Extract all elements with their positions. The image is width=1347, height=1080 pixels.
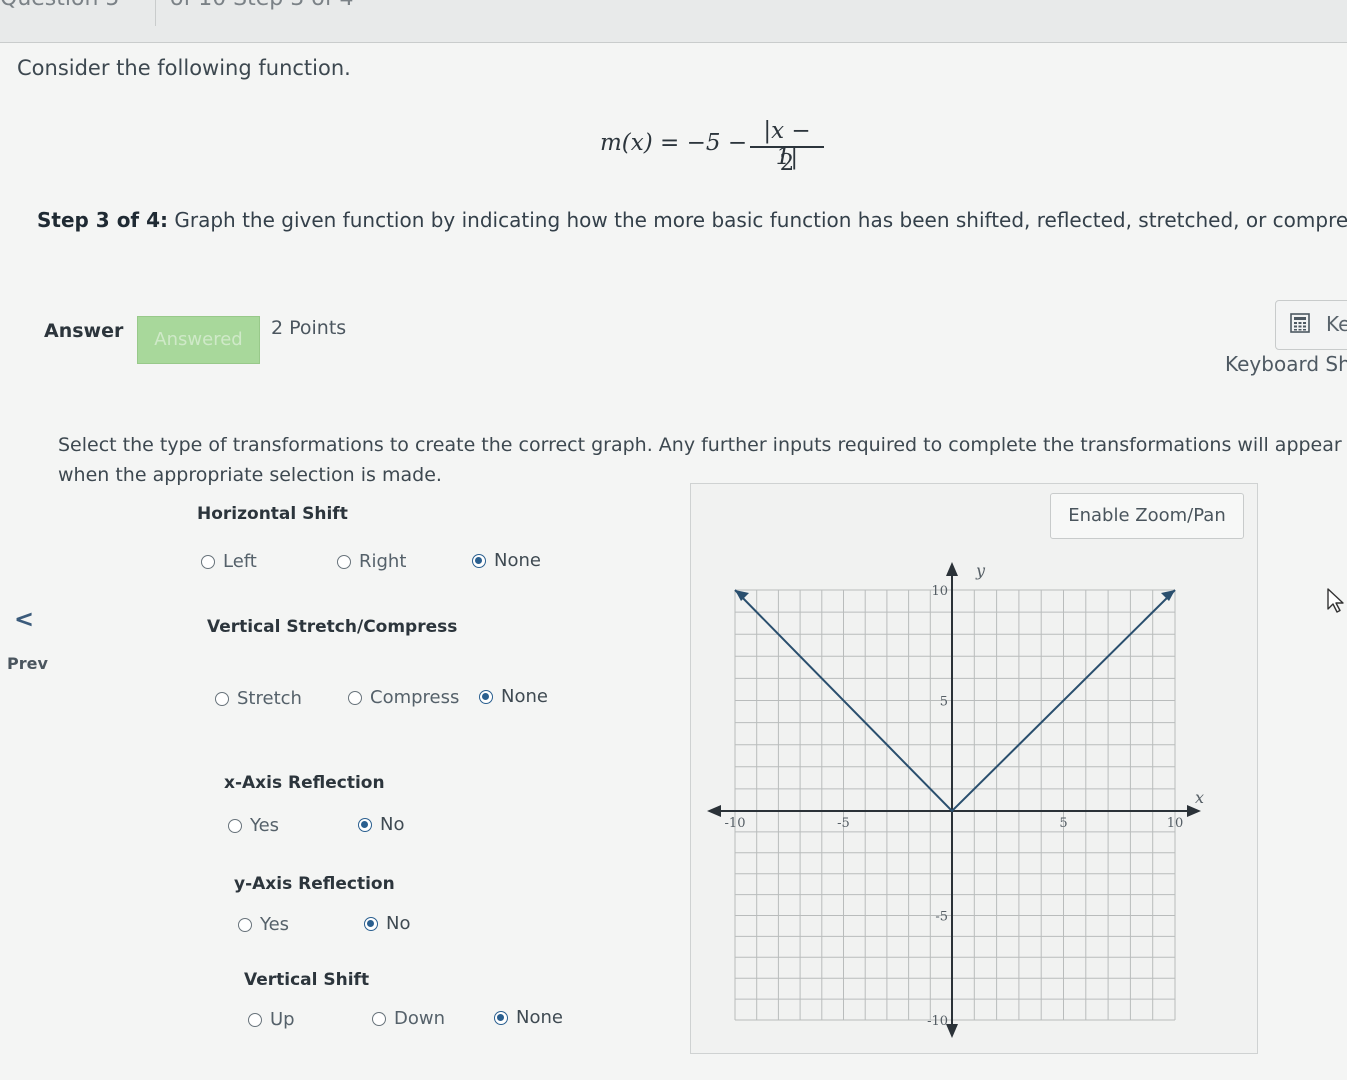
- line-left-arrow-icon: [735, 590, 749, 601]
- mouse-cursor-icon: [1327, 588, 1344, 613]
- y-tick-label: -5: [935, 910, 948, 925]
- x-axis-label: x: [1195, 788, 1204, 807]
- y-axis-label: y: [975, 561, 986, 580]
- x-axis-left-arrow-icon: [707, 805, 721, 817]
- y-tick-label: 10: [931, 584, 948, 599]
- x-tick-label: 10: [1167, 816, 1184, 831]
- x-tick-label: -10: [725, 816, 746, 831]
- x-tick-label: -5: [837, 816, 850, 831]
- y-tick-label: -10: [927, 1014, 948, 1029]
- graph-axes: [707, 562, 1201, 1038]
- y-tick-label: 5: [940, 695, 948, 710]
- x-tick-label: 5: [1059, 816, 1067, 831]
- coordinate-graph[interactable]: -10 -5 5 10 10 5 -5 -10 x y: [0, 0, 1347, 1080]
- line-right-arrow-icon: [1161, 590, 1175, 601]
- y-axis-up-arrow-icon: [946, 562, 958, 576]
